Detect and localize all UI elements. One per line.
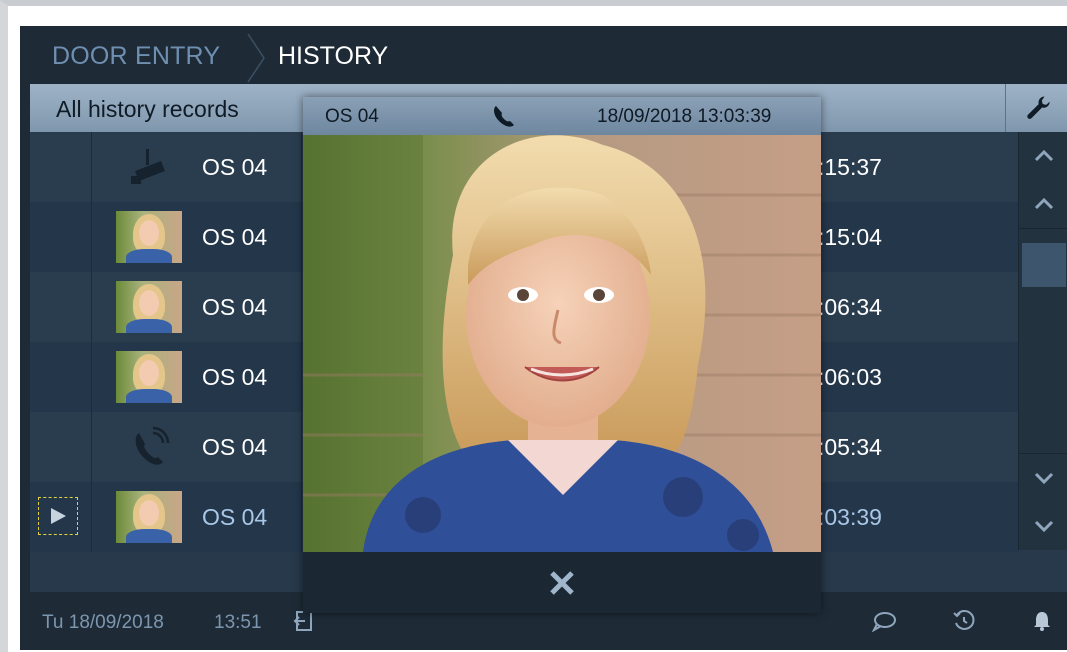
snapshot-thumbnail[interactable] bbox=[116, 491, 182, 543]
top-bar: DOOR ENTRY HISTORY bbox=[20, 26, 1067, 86]
chevron-down-icon bbox=[1034, 472, 1054, 484]
camera-icon bbox=[116, 141, 182, 193]
history-button[interactable] bbox=[950, 607, 978, 635]
scrollbar[interactable] bbox=[1018, 132, 1067, 550]
screen: DOOR ENTRY HISTORY All history records O… bbox=[20, 26, 1067, 650]
row-name: OS 04 bbox=[202, 224, 268, 250]
chevron-down-icon bbox=[1034, 520, 1054, 532]
snapshot-thumbnail[interactable] bbox=[116, 211, 182, 263]
row-time: :05:34 bbox=[818, 434, 882, 460]
snapshot-thumbnail[interactable] bbox=[116, 351, 182, 403]
status-date: Tu 18/09/2018 bbox=[42, 612, 164, 633]
history-icon bbox=[953, 610, 975, 630]
popup-name: OS 04 bbox=[325, 106, 379, 127]
scroll-down-button[interactable] bbox=[1019, 454, 1067, 502]
logout-icon bbox=[293, 611, 312, 631]
close-bar bbox=[303, 552, 821, 613]
row-name: OS 04 bbox=[202, 294, 268, 320]
row-name: OS 04 bbox=[202, 364, 268, 390]
row-time: :15:04 bbox=[818, 224, 882, 250]
chevron-up-icon bbox=[1034, 198, 1054, 210]
phone-icon bbox=[494, 106, 514, 127]
scroll-bottom-button[interactable] bbox=[1019, 502, 1067, 550]
chevron-up-icon bbox=[1034, 150, 1054, 162]
status-time: 13:51 bbox=[214, 612, 262, 633]
row-name: OS 04 bbox=[202, 154, 268, 180]
message-button[interactable] bbox=[870, 607, 898, 635]
scroll-thumb[interactable] bbox=[1022, 243, 1066, 287]
row-time: :15:37 bbox=[818, 154, 882, 180]
row-cell-action bbox=[30, 132, 92, 202]
scroll-track[interactable] bbox=[1019, 228, 1067, 454]
device-frame: DOOR ENTRY HISTORY All history records O… bbox=[0, 0, 1067, 652]
row-cell-action bbox=[30, 202, 92, 272]
breadcrumb-separator-icon bbox=[247, 33, 265, 83]
snapshot-thumbnail[interactable] bbox=[116, 281, 182, 333]
incoming-call-icon bbox=[116, 421, 182, 473]
row-cell-action bbox=[30, 272, 92, 342]
breadcrumb-door-entry[interactable]: DOOR ENTRY bbox=[52, 42, 220, 71]
row-cell-action bbox=[30, 412, 92, 482]
snapshot-image bbox=[303, 135, 821, 552]
breadcrumb-history: HISTORY bbox=[278, 42, 389, 70]
row-name: OS 04 bbox=[202, 434, 268, 460]
popup-datetime: 18/09/2018 13:03:39 bbox=[597, 106, 772, 127]
notifications-button[interactable] bbox=[1028, 607, 1056, 635]
bell-icon bbox=[1034, 612, 1050, 631]
row-name: OS 04 bbox=[202, 504, 268, 530]
scroll-top-button[interactable] bbox=[1019, 132, 1067, 180]
snapshot-popup: OS 04 18/09/2018 13:03:39 bbox=[303, 97, 821, 613]
message-icon bbox=[871, 612, 896, 632]
filter-label[interactable]: All history records bbox=[56, 96, 239, 123]
scroll-up-button[interactable] bbox=[1019, 180, 1067, 228]
play-icon bbox=[51, 508, 66, 524]
row-cell-action bbox=[30, 342, 92, 412]
close-icon[interactable] bbox=[549, 570, 575, 596]
wrench-icon bbox=[1026, 96, 1050, 119]
row-time: :06:03 bbox=[818, 364, 882, 390]
settings-button[interactable] bbox=[1005, 84, 1067, 132]
play-button[interactable] bbox=[38, 497, 78, 535]
popup-header: OS 04 18/09/2018 13:03:39 bbox=[303, 97, 821, 135]
row-time: :06:34 bbox=[818, 294, 882, 320]
row-cell-action bbox=[30, 482, 92, 552]
row-time: :03:39 bbox=[818, 504, 882, 530]
